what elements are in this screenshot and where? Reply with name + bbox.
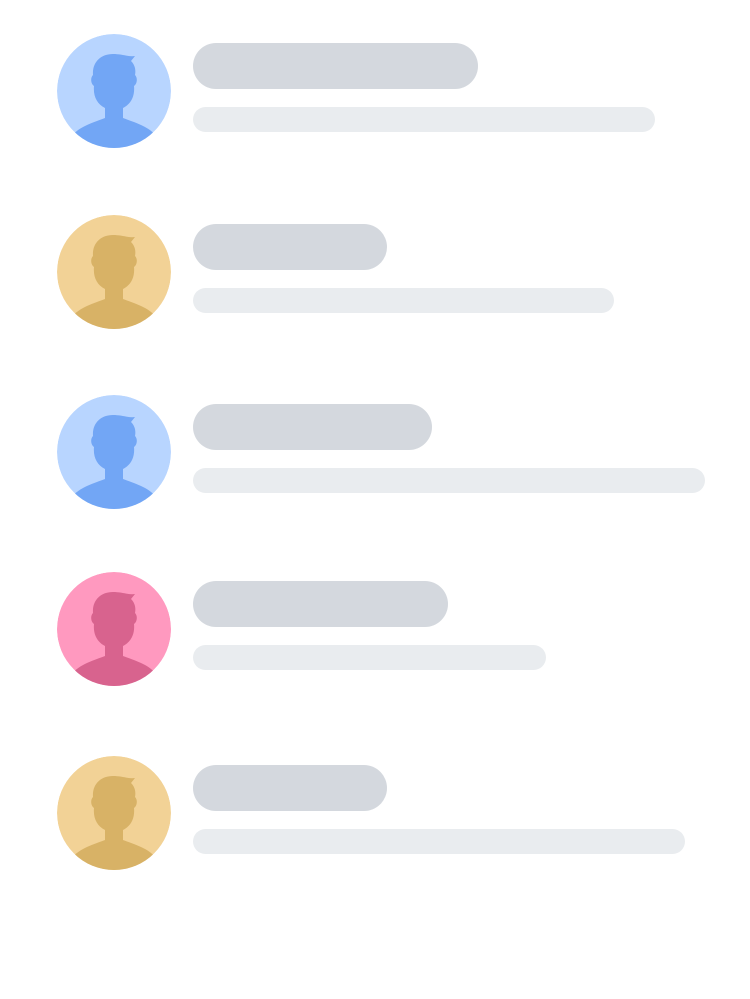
title-placeholder bbox=[193, 43, 478, 89]
user-avatar-icon bbox=[57, 572, 171, 686]
list-item[interactable] bbox=[57, 572, 737, 686]
avatar bbox=[57, 395, 171, 509]
list-item[interactable] bbox=[57, 215, 737, 329]
subtitle-placeholder bbox=[193, 468, 705, 493]
title-placeholder bbox=[193, 224, 387, 270]
contact-list-skeleton bbox=[0, 0, 750, 999]
list-item[interactable] bbox=[57, 34, 737, 148]
user-avatar-icon bbox=[57, 34, 171, 148]
title-placeholder bbox=[193, 404, 432, 450]
title-placeholder bbox=[193, 765, 387, 811]
avatar bbox=[57, 34, 171, 148]
user-avatar-icon bbox=[57, 215, 171, 329]
avatar bbox=[57, 756, 171, 870]
subtitle-placeholder bbox=[193, 107, 655, 132]
user-avatar-icon bbox=[57, 756, 171, 870]
list-item[interactable] bbox=[57, 395, 737, 509]
user-avatar-icon bbox=[57, 395, 171, 509]
list-item[interactable] bbox=[57, 756, 737, 870]
title-placeholder bbox=[193, 581, 448, 627]
subtitle-placeholder bbox=[193, 829, 685, 854]
subtitle-placeholder bbox=[193, 288, 614, 313]
avatar bbox=[57, 572, 171, 686]
subtitle-placeholder bbox=[193, 645, 546, 670]
avatar bbox=[57, 215, 171, 329]
